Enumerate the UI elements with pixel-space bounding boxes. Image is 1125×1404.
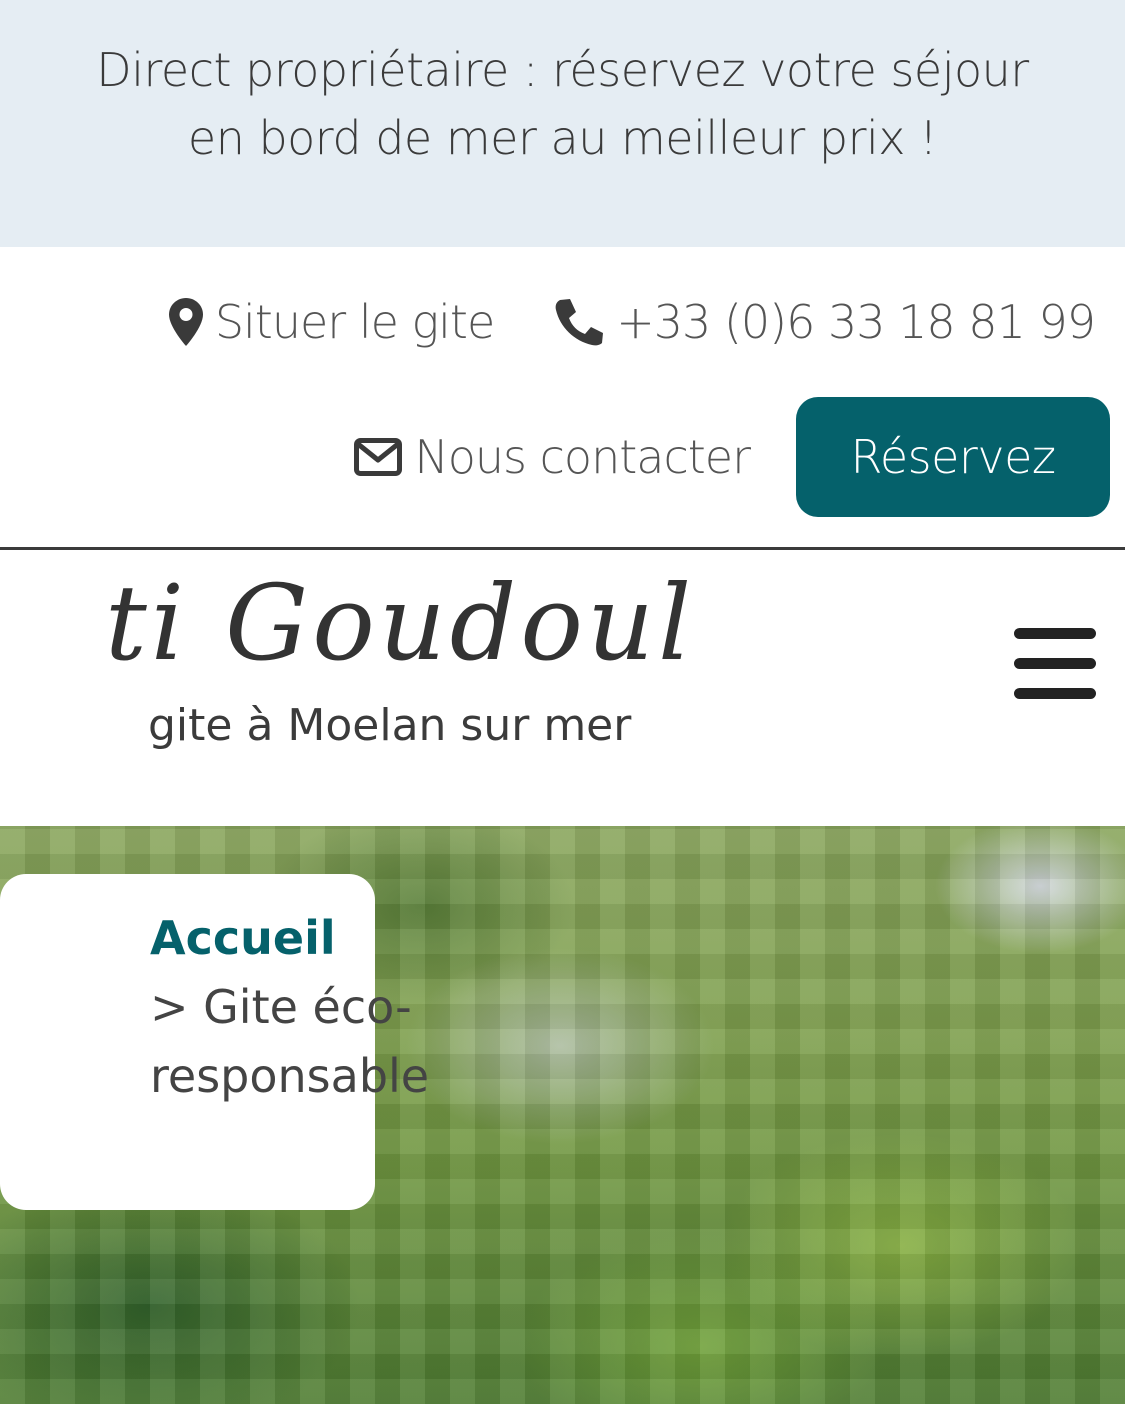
topbar-row-contact-info: Situer le gite +33 (0)6 33 18 81 99 <box>168 292 1096 352</box>
breadcrumb-home-link[interactable]: Accueil <box>150 904 440 973</box>
phone-link[interactable]: +33 (0)6 33 18 81 99 <box>554 295 1096 349</box>
contact-link[interactable]: Nous contacter <box>354 430 751 484</box>
site-logo[interactable]: ti Goudoul <box>105 558 695 688</box>
map-marker-icon <box>168 298 203 346</box>
breadcrumb: Accueil > Gite éco-responsable <box>0 874 429 1210</box>
breadcrumb-current-page: > Gite éco-responsable <box>150 980 430 1103</box>
menu-bar <box>1014 628 1096 639</box>
site-tagline: gite à Moelan sur mer <box>148 700 632 751</box>
topbar: Situer le gite +33 (0)6 33 18 81 99 Nous… <box>0 247 1125 547</box>
site-header: ti Goudoul gite à Moelan sur mer <box>0 550 1125 826</box>
phone-number: +33 (0)6 33 18 81 99 <box>616 295 1096 349</box>
locate-gite-link[interactable]: Situer le gite <box>168 295 495 349</box>
menu-bar <box>1014 658 1096 669</box>
promo-text: Direct propriétaire : réservez votre séj… <box>96 43 1029 165</box>
breadcrumb-text: Accueil > Gite éco-responsable <box>150 904 440 1111</box>
reserve-button[interactable]: Réservez <box>796 397 1110 517</box>
envelope-icon <box>354 438 403 476</box>
menu-bar <box>1014 688 1096 699</box>
phone-icon <box>554 298 604 346</box>
promo-banner: Direct propriétaire : réservez votre séj… <box>0 0 1125 247</box>
locate-gite-label: Situer le gite <box>214 295 495 349</box>
hamburger-menu-icon[interactable] <box>1014 628 1096 700</box>
topbar-row-actions: Nous contacter Réservez <box>354 397 1110 517</box>
contact-label: Nous contacter <box>414 430 751 484</box>
